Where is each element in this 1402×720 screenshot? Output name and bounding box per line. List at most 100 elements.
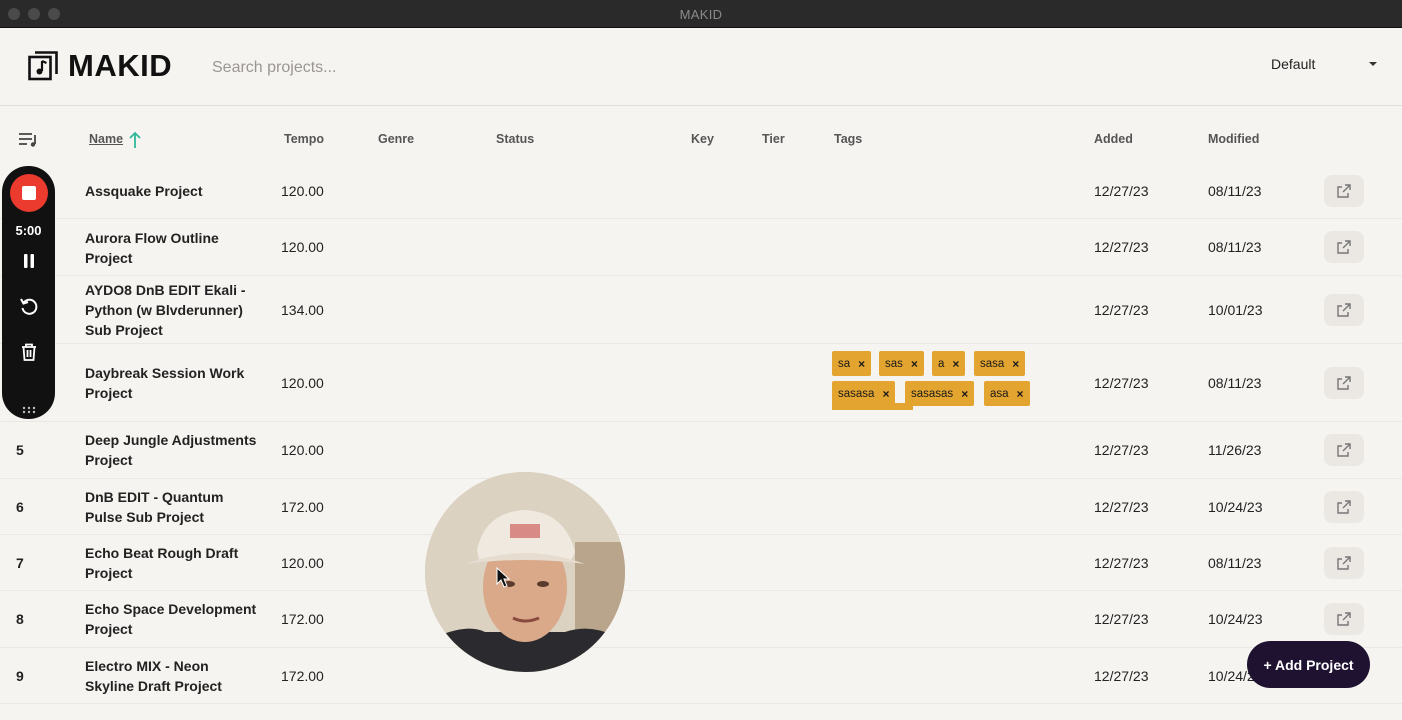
open-project-button[interactable] xyxy=(1324,491,1364,523)
project-added-date: 12/27/23 xyxy=(1094,302,1149,318)
open-external-icon xyxy=(1337,184,1351,198)
table-row[interactable]: Assquake Project 120.00 12/27/23 08/11/2… xyxy=(0,163,1402,219)
table-header: Name Tempo Genre Status Key Tier Tags Ad… xyxy=(0,107,1402,163)
stop-icon xyxy=(22,186,36,200)
row-number: 9 xyxy=(16,668,24,684)
table-row[interactable]: Daybreak Session Work Project 120.00 sa ×… xyxy=(0,344,1402,422)
open-project-button[interactable] xyxy=(1324,175,1364,207)
project-modified-date: 08/11/23 xyxy=(1208,375,1262,391)
project-modified-date: 08/11/23 xyxy=(1208,555,1262,571)
open-project-button[interactable] xyxy=(1324,294,1364,326)
open-external-icon xyxy=(1337,376,1351,390)
tag-chip: sasa × xyxy=(974,351,1026,376)
project-tempo: 134.00 xyxy=(281,302,324,318)
project-added-date: 12/27/23 xyxy=(1094,239,1149,255)
pause-icon[interactable] xyxy=(18,250,40,272)
table-row[interactable]: 9 Electro MIX - Neon Skyline Draft Proje… xyxy=(0,648,1402,704)
column-header-tier[interactable]: Tier xyxy=(762,132,785,146)
table-row[interactable]: 5 Deep Jungle Adjustments Project 120.00… xyxy=(0,422,1402,479)
open-project-button[interactable] xyxy=(1324,434,1364,466)
remove-tag-icon[interactable]: × xyxy=(961,387,968,401)
trash-icon[interactable] xyxy=(18,341,40,363)
project-name[interactable]: AYDO8 DnB EDIT Ekali - Python (w Blvderu… xyxy=(85,280,260,340)
search-input[interactable] xyxy=(212,56,612,80)
caret-down-icon xyxy=(1369,62,1377,66)
project-name[interactable]: Echo Space Development Project xyxy=(85,599,260,639)
tag-label: sasa xyxy=(980,357,1005,370)
project-name[interactable]: Daybreak Session Work Project xyxy=(85,363,260,403)
playlist-icon[interactable] xyxy=(18,131,38,149)
screen-recorder-panel: 5:00 xyxy=(2,166,55,419)
project-added-date: 12/27/23 xyxy=(1094,611,1149,627)
column-header-key[interactable]: Key xyxy=(691,132,714,146)
column-header-name[interactable]: Name xyxy=(89,132,123,146)
project-name[interactable]: Electro MIX - Neon Skyline Draft Project xyxy=(85,656,260,696)
recording-timer: 5:00 xyxy=(15,223,42,238)
webcam-video xyxy=(425,472,625,672)
app-header: MAKID Default xyxy=(0,28,1402,106)
restart-icon[interactable] xyxy=(18,295,40,317)
project-modified-date: 10/01/23 xyxy=(1208,302,1263,318)
project-added-date: 12/27/23 xyxy=(1094,668,1149,684)
remove-tag-icon[interactable]: × xyxy=(911,357,918,371)
row-number: 6 xyxy=(16,499,24,515)
project-added-date: 12/27/23 xyxy=(1094,183,1149,199)
project-modified-date: 11/26/23 xyxy=(1208,442,1262,458)
project-tempo: 172.00 xyxy=(281,499,324,515)
remove-tag-icon[interactable]: × xyxy=(858,357,865,371)
project-added-date: 12/27/23 xyxy=(1094,442,1149,458)
column-header-tempo[interactable]: Tempo xyxy=(284,132,324,146)
tag-label: sasasas xyxy=(911,387,954,400)
tag-label: sa xyxy=(838,357,851,370)
arrow-up-icon[interactable] xyxy=(128,131,142,149)
project-tempo: 172.00 xyxy=(281,668,324,684)
open-project-button[interactable] xyxy=(1324,547,1364,579)
column-header-tags[interactable]: Tags xyxy=(834,132,862,146)
row-number: 7 xyxy=(16,555,24,571)
logo-text: MAKID xyxy=(68,48,173,83)
music-note-icon xyxy=(28,51,58,81)
tag-chip: sas × xyxy=(879,351,924,376)
logo: MAKID xyxy=(28,48,172,84)
table-row[interactable]: 8 Echo Space Development Project 172.00 … xyxy=(0,591,1402,648)
open-project-button[interactable] xyxy=(1324,603,1364,635)
open-external-icon xyxy=(1337,443,1351,457)
tag-chip: a × xyxy=(932,351,966,376)
remove-tag-icon[interactable]: × xyxy=(1012,357,1019,371)
column-header-genre[interactable]: Genre xyxy=(378,132,414,146)
project-name[interactable]: Aurora Flow Outline Project xyxy=(85,228,260,268)
project-name[interactable]: Echo Beat Rough Draft Project xyxy=(85,543,260,583)
tag-label: sasasa xyxy=(838,387,875,400)
project-modified-date: 08/11/23 xyxy=(1208,183,1262,199)
table-row[interactable]: 6 DnB EDIT - Quantum Pulse Sub Project 1… xyxy=(0,479,1402,535)
open-project-button[interactable] xyxy=(1324,367,1364,399)
table-row[interactable]: AYDO8 DnB EDIT Ekali - Python (w Blvderu… xyxy=(0,276,1402,344)
remove-tag-icon[interactable]: × xyxy=(882,387,889,401)
open-external-icon xyxy=(1337,500,1351,514)
sort-dropdown[interactable]: Default xyxy=(1262,52,1384,76)
remove-tag-icon[interactable]: × xyxy=(1017,387,1024,401)
open-project-button[interactable] xyxy=(1324,231,1364,263)
column-header-added[interactable]: Added xyxy=(1094,132,1133,146)
tag-chip: asa × xyxy=(984,381,1030,406)
project-name[interactable]: DnB EDIT - Quantum Pulse Sub Project xyxy=(85,487,260,527)
project-tempo: 120.00 xyxy=(281,442,324,458)
tag-chip: sa × xyxy=(832,351,872,376)
column-header-status[interactable]: Status xyxy=(496,132,534,146)
project-name[interactable]: Assquake Project xyxy=(85,181,260,201)
remove-tag-icon[interactable]: × xyxy=(952,357,959,371)
drag-handle-icon[interactable] xyxy=(21,406,37,414)
stop-recording-button[interactable] xyxy=(10,174,48,212)
project-added-date: 12/27/23 xyxy=(1094,499,1149,515)
add-project-button[interactable]: + Add Project xyxy=(1247,641,1370,688)
tag-chip: sasasas × xyxy=(905,381,975,406)
column-header-modified[interactable]: Modified xyxy=(1208,132,1259,146)
project-modified-date: 10/24/23 xyxy=(1208,499,1263,515)
row-number: 8 xyxy=(16,611,24,627)
project-tempo: 120.00 xyxy=(281,183,324,199)
table-row[interactable]: Aurora Flow Outline Project 120.00 12/27… xyxy=(0,219,1402,276)
open-external-icon xyxy=(1337,556,1351,570)
table-row[interactable]: 7 Echo Beat Rough Draft Project 120.00 1… xyxy=(0,535,1402,591)
webcam-bubble[interactable] xyxy=(425,472,625,672)
project-name[interactable]: Deep Jungle Adjustments Project xyxy=(85,430,260,470)
